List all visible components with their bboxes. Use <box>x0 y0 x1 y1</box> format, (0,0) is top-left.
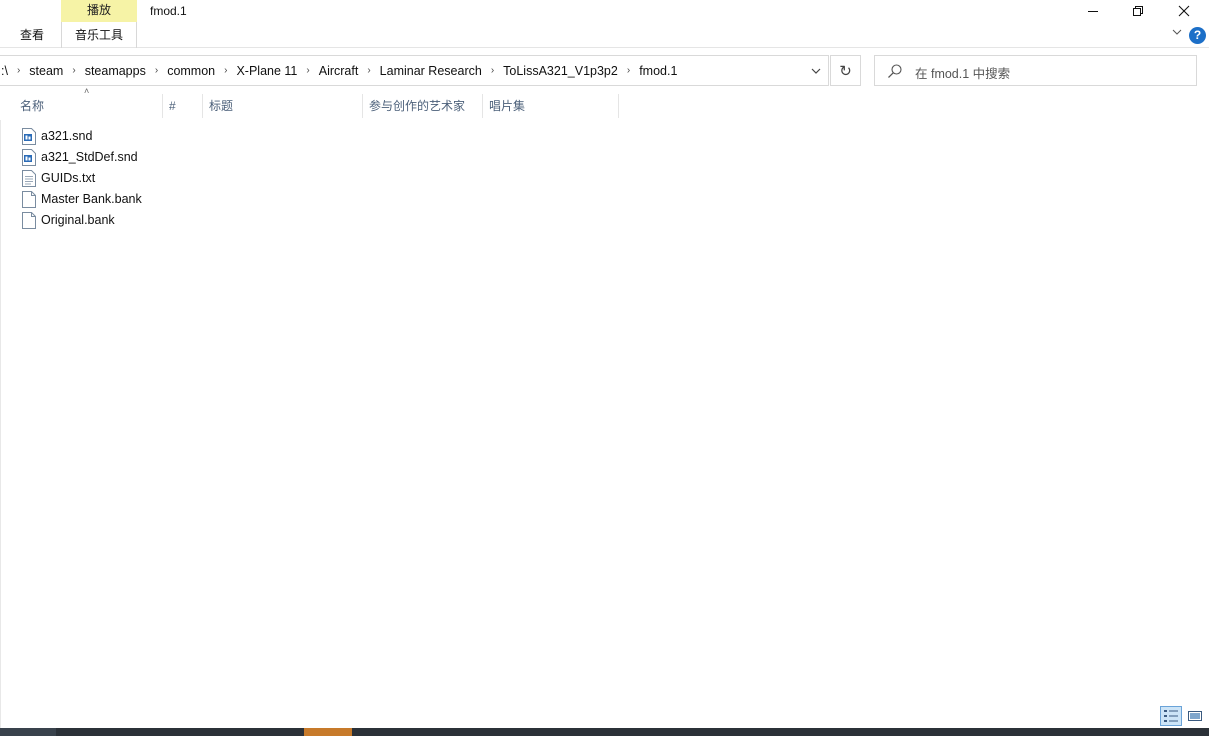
chevron-right-icon[interactable]: › <box>155 65 158 76</box>
chevron-right-icon[interactable]: › <box>627 65 630 76</box>
chevron-right-icon[interactable]: › <box>367 65 370 76</box>
column-header-title[interactable]: 标题 <box>203 92 362 120</box>
close-icon <box>1178 5 1190 17</box>
breadcrumb-item[interactable]: X-Plane 11 <box>236 64 297 78</box>
breadcrumb-item[interactable]: ToLissA321_V1p3p2 <box>503 64 618 78</box>
column-header-track-number[interactable]: # <box>163 92 202 120</box>
contextual-tab-header-play[interactable]: 播放 <box>61 0 137 22</box>
column-header-row: ˄ 名称 # 标题 参与创作的艺术家 唱片集 <box>0 86 1209 120</box>
column-header-album[interactable]: 唱片集 <box>483 92 618 120</box>
large-icons-view-icon <box>1188 711 1202 721</box>
breadcrumb-item[interactable]: steamapps <box>85 64 146 78</box>
column-header-name[interactable]: 名称 <box>14 92 162 120</box>
restore-icon <box>1133 6 1143 16</box>
breadcrumb-item[interactable]: common <box>167 64 215 78</box>
address-history-dropdown[interactable] <box>803 56 828 85</box>
close-button[interactable] <box>1161 0 1207 22</box>
details-view-button[interactable] <box>1160 706 1182 726</box>
chevron-down-icon <box>811 68 820 74</box>
tab-view[interactable]: 查看 <box>8 22 56 48</box>
large-icons-view-button[interactable] <box>1184 706 1206 726</box>
snd-file-icon <box>22 128 36 145</box>
blank-file-icon <box>22 212 36 229</box>
search-placeholder: 在 fmod.1 中搜索 <box>915 67 1011 81</box>
minimize-button[interactable] <box>1070 0 1116 22</box>
file-name: GUIDs.txt <box>41 171 96 185</box>
chevron-right-icon[interactable]: › <box>491 65 494 76</box>
refresh-button[interactable]: ↻ <box>830 55 861 86</box>
chevron-right-icon[interactable]: › <box>306 65 309 76</box>
tab-music-tools[interactable]: 音乐工具 <box>61 22 137 48</box>
minimize-icon <box>1088 11 1098 12</box>
list-item[interactable]: Master Bank.bank <box>0 189 160 210</box>
file-name: Master Bank.bank <box>41 192 142 206</box>
chevron-right-icon[interactable]: › <box>224 65 227 76</box>
breadcrumb-item[interactable]: Aircraft <box>319 64 359 78</box>
breadcrumb: :\ › steam › steamapps › common › X-Plan… <box>0 56 677 85</box>
restore-button[interactable] <box>1115 0 1161 22</box>
list-item[interactable]: Original.bank <box>0 210 160 231</box>
chevron-right-icon[interactable]: › <box>17 65 20 76</box>
list-item[interactable]: a321_StdDef.snd <box>0 147 160 168</box>
column-header-contributing-artists[interactable]: 参与创作的艺术家 <box>363 92 482 120</box>
breadcrumb-item[interactable]: Laminar Research <box>380 64 482 78</box>
snd-file-icon <box>22 149 36 166</box>
help-icon[interactable]: ? <box>1189 27 1206 44</box>
taskbar-app-item[interactable] <box>304 728 352 736</box>
list-item[interactable]: a321.snd <box>0 126 160 147</box>
file-name: a321_StdDef.snd <box>41 150 138 164</box>
address-bar[interactable]: :\ › steam › steamapps › common › X-Plan… <box>0 55 829 86</box>
window-title: fmod.1 <box>150 4 187 18</box>
file-name: a321.snd <box>41 129 93 143</box>
list-item[interactable]: GUIDs.txt <box>0 168 160 189</box>
search-icon <box>888 64 902 78</box>
breadcrumb-item[interactable]: steam <box>29 64 63 78</box>
text-file-icon <box>22 170 36 187</box>
file-name: Original.bank <box>41 213 115 227</box>
column-divider[interactable] <box>618 94 619 118</box>
refresh-icon: ↻ <box>839 62 852 80</box>
expand-ribbon-button[interactable] <box>1170 27 1184 43</box>
ribbon-tab-bar: 查看 音乐工具 <box>0 22 1209 48</box>
blank-file-icon <box>22 191 36 208</box>
chevron-right-icon[interactable]: › <box>72 65 75 76</box>
breadcrumb-drive[interactable]: :\ <box>1 64 8 78</box>
chevron-down-icon <box>1172 29 1182 35</box>
title-bar: 播放 fmod.1 <box>0 0 1209 22</box>
start-button[interactable] <box>0 728 56 736</box>
details-view-icon <box>1164 710 1178 722</box>
breadcrumb-item-current[interactable]: fmod.1 <box>639 64 677 78</box>
taskbar <box>0 728 1209 736</box>
search-input[interactable]: 在 fmod.1 中搜索 <box>874 55 1197 86</box>
